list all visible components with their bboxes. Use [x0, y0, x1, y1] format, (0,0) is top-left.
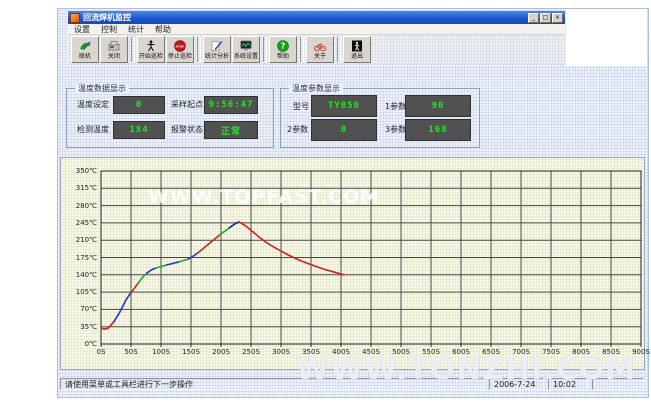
toolbar-button-label: 退出	[351, 53, 363, 60]
toolbar-separator	[197, 37, 201, 62]
y-tick-label: 175℃	[63, 254, 97, 262]
pen-stats-icon	[211, 40, 223, 53]
field-alarm-status-value: 正常	[204, 121, 258, 139]
toolbar-separator	[131, 37, 135, 62]
toolbar-button-start-patrol[interactable]: 开始巡检	[137, 36, 165, 63]
x-tick-label: 100S	[146, 348, 176, 356]
toolbar-button-label: 关闭	[108, 53, 120, 60]
toolbar-button-label: 关于	[314, 53, 326, 60]
patrol-person-icon	[145, 40, 157, 53]
toolbar-button-stats-analysis[interactable]: 统计分析	[203, 36, 231, 63]
toolbar-button-label: 帮助	[277, 53, 289, 60]
exit-walker-icon	[351, 40, 363, 53]
window-controls: _ □ ×	[528, 13, 563, 23]
x-tick-label: 150S	[176, 348, 206, 356]
toolbar-separator	[300, 37, 304, 62]
maximize-button[interactable]: □	[540, 13, 551, 23]
screenshot-root: 回流焊机监控 _ □ × 设置 控制 统计 帮助 联机 关闭 开始巡检 STOP…	[0, 0, 651, 405]
connect-icon	[79, 40, 91, 53]
field-temp-setpoint-value: 0	[113, 96, 165, 114]
group-temp-params: 温度参数显示 型号 TY850 1参数 90 2参数 0 3参数 168	[280, 88, 480, 148]
toolbar-button-label: 联机	[79, 53, 91, 60]
field-temp-setpoint-label: 温度设定	[77, 99, 109, 110]
field-measured-temp-value: 184	[113, 121, 165, 139]
y-tick-label: 350℃	[63, 167, 97, 175]
y-tick-label: 70℃	[63, 305, 97, 313]
menu-item-help[interactable]: 帮助	[155, 24, 171, 35]
monitor-icon	[240, 40, 252, 53]
field-sample-start-label: 采样起点	[171, 99, 203, 110]
menu-item-settings[interactable]: 设置	[74, 24, 90, 35]
help-icon: ?	[277, 40, 289, 53]
y-tick-label: 280℃	[63, 202, 97, 210]
phone-icon	[108, 40, 120, 53]
field-param2-value: 0	[311, 119, 377, 141]
menu-item-control[interactable]: 控制	[101, 24, 117, 35]
window-top-right-gap	[566, 9, 647, 66]
y-tick-label: 35℃	[63, 323, 97, 331]
field-param3-label: 3参数	[385, 124, 406, 135]
x-tick-label: 250S	[236, 348, 266, 356]
y-tick-label: 210℃	[63, 236, 97, 244]
field-param3-value: 168	[405, 119, 471, 141]
close-button[interactable]: ×	[552, 13, 563, 23]
toolbar-button-help[interactable]: ? 帮助	[269, 36, 297, 63]
y-tick-label: 315℃	[63, 184, 97, 192]
x-tick-label: 50S	[116, 348, 146, 356]
toolbar-button-connect[interactable]: 联机	[71, 36, 99, 63]
y-tick-label: 0℃	[63, 340, 97, 348]
x-tick-label: 0S	[86, 348, 116, 356]
field-model-label: 型号	[293, 101, 309, 112]
group-temp-data-title: 温度数据显示	[75, 84, 129, 93]
field-param1-value: 90	[405, 95, 471, 117]
bottom-watermark: WWW.TONZHI.COM	[296, 352, 636, 387]
toolbar-button-label: 系统设置	[234, 53, 258, 60]
x-tick-label: 200S	[206, 348, 236, 356]
window-title: 回流焊机监控	[83, 12, 528, 23]
toolbar-button-about[interactable]: 关于	[306, 36, 334, 63]
minimize-button[interactable]: _	[528, 13, 539, 23]
toolbar-button-label: 统计分析	[205, 53, 229, 60]
menu-bar: 设置 控制 统计 帮助	[68, 24, 565, 35]
toolbar-button-close-machine[interactable]: 关闭	[100, 36, 128, 63]
field-param2-label: 2参数	[287, 124, 308, 135]
field-model-value: TY850	[311, 95, 377, 117]
toolbar-button-system-settings[interactable]: 系统设置	[232, 36, 260, 63]
field-alarm-status-label: 报警状态	[171, 124, 203, 135]
x-tick-label: 300S	[266, 348, 296, 356]
chart-watermark: WWW.TOPFAST.COM	[148, 186, 380, 208]
field-measured-temp-label: 检测温度	[77, 124, 109, 135]
field-sample-start-value: 9:56:47	[204, 96, 258, 114]
group-temp-data: 温度数据显示 温度设定 0 采样起点 9:56:47 检测温度 184 报警状态…	[66, 88, 274, 148]
menu-item-statistics[interactable]: 统计	[128, 24, 144, 35]
toolbar-separator	[263, 37, 267, 62]
app-icon	[70, 13, 80, 23]
y-tick-label: 245℃	[63, 219, 97, 227]
toolbar-button-exit[interactable]: 退出	[343, 36, 371, 63]
toolbar-button-label: 开始巡检	[139, 53, 163, 60]
toolbar-button-stop-patrol[interactable]: STOP 停止巡检	[166, 36, 194, 63]
field-param1-label: 1参数	[385, 101, 406, 112]
group-temp-params-title: 温度参数显示	[289, 84, 343, 93]
toolbar-separator	[337, 37, 341, 62]
svg-text:?: ?	[281, 42, 286, 51]
y-tick-label: 105℃	[63, 288, 97, 296]
svg-text:STOP: STOP	[176, 44, 186, 48]
bicycle-icon	[314, 40, 326, 53]
y-tick-label: 140℃	[63, 271, 97, 279]
toolbar: 联机 关闭 开始巡检 STOP 停止巡检 统计分析 系统设置 ? 帮助	[68, 35, 565, 64]
title-bar: 回流焊机监控 _ □ ×	[68, 11, 565, 24]
toolbar-button-label: 停止巡检	[168, 53, 192, 60]
stop-icon: STOP	[174, 40, 186, 53]
